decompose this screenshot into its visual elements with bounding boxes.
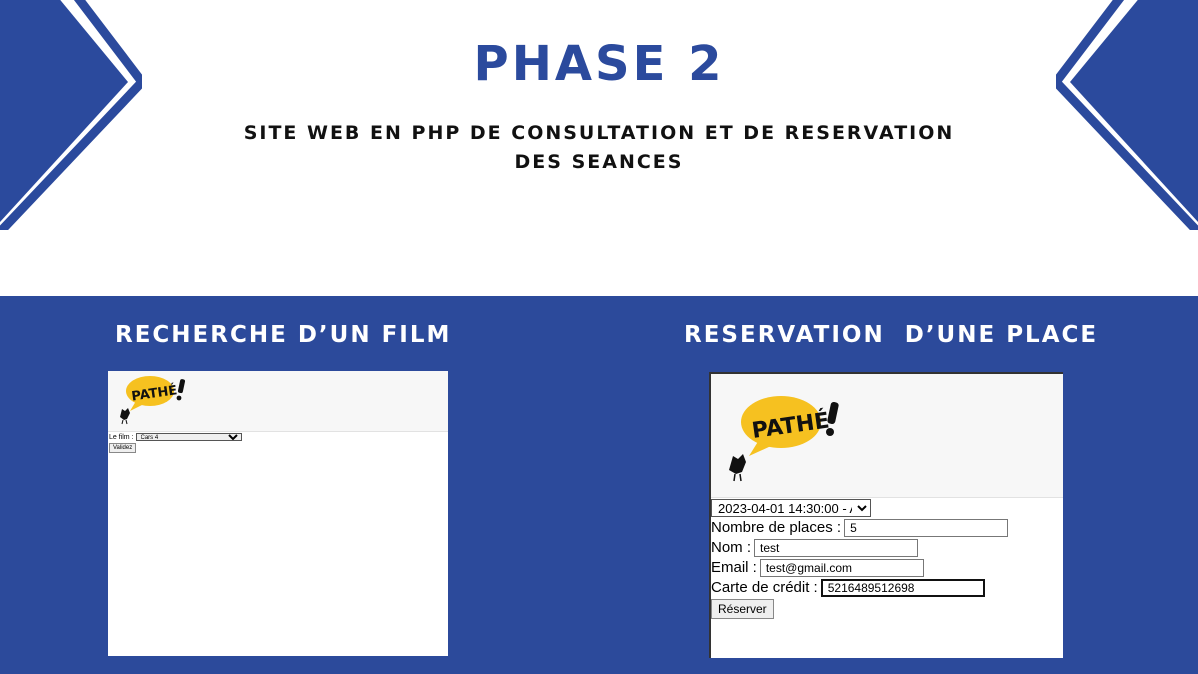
page-title: PHASE 2 xyxy=(473,36,725,92)
section-title-reservation: RESERVATION D’UNE PLACE xyxy=(684,322,1099,348)
left-chevron-decoration xyxy=(0,0,142,230)
site-header: PATHÉ xyxy=(108,371,448,432)
places-input[interactable] xyxy=(844,519,1009,537)
film-search-screenshot: PATHÉ Le film : Cars 4 Validez xyxy=(108,371,448,656)
nom-input[interactable] xyxy=(754,539,919,557)
validez-button[interactable]: Validez xyxy=(109,443,137,453)
section-title-recherche: RECHERCHE D’UN FILM xyxy=(115,322,452,348)
places-label: Nombre de places : xyxy=(711,519,842,536)
film-select[interactable]: Cars 4 xyxy=(135,433,242,441)
email-label: Email : xyxy=(711,559,757,576)
film-label: Le film : xyxy=(109,433,134,441)
film-search-form: Le film : Cars 4 Validez xyxy=(109,432,242,453)
reservation-screenshot: PATHÉ 2023-04-01 14:30:00 - A Nombre de … xyxy=(709,372,1063,658)
nom-label: Nom : xyxy=(711,539,752,556)
pathe-logo: PATHÉ xyxy=(120,376,186,425)
pathe-logo: PATHÉ xyxy=(729,396,839,482)
slide-top: PHASE 2 SITE WEB EN PHP DE CONSULTATION … xyxy=(0,0,1198,296)
email-input[interactable] xyxy=(759,559,924,577)
reserver-button[interactable]: Réserver xyxy=(711,599,774,619)
slide-bottom: RECHERCHE D’UN FILM RESERVATION D’UNE PL… xyxy=(0,296,1198,674)
reservation-form: 2023-04-01 14:30:00 - A Nombre de places… xyxy=(711,498,1009,619)
carte-label: Carte de crédit : xyxy=(711,579,818,596)
right-chevron-decoration xyxy=(1056,0,1198,230)
carte-input[interactable] xyxy=(820,579,985,597)
site-header: PATHÉ xyxy=(711,374,1063,498)
page-subtitle: SITE WEB EN PHP DE CONSULTATION ET DE RE… xyxy=(243,122,955,173)
seance-select[interactable]: 2023-04-01 14:30:00 - A xyxy=(711,499,871,517)
